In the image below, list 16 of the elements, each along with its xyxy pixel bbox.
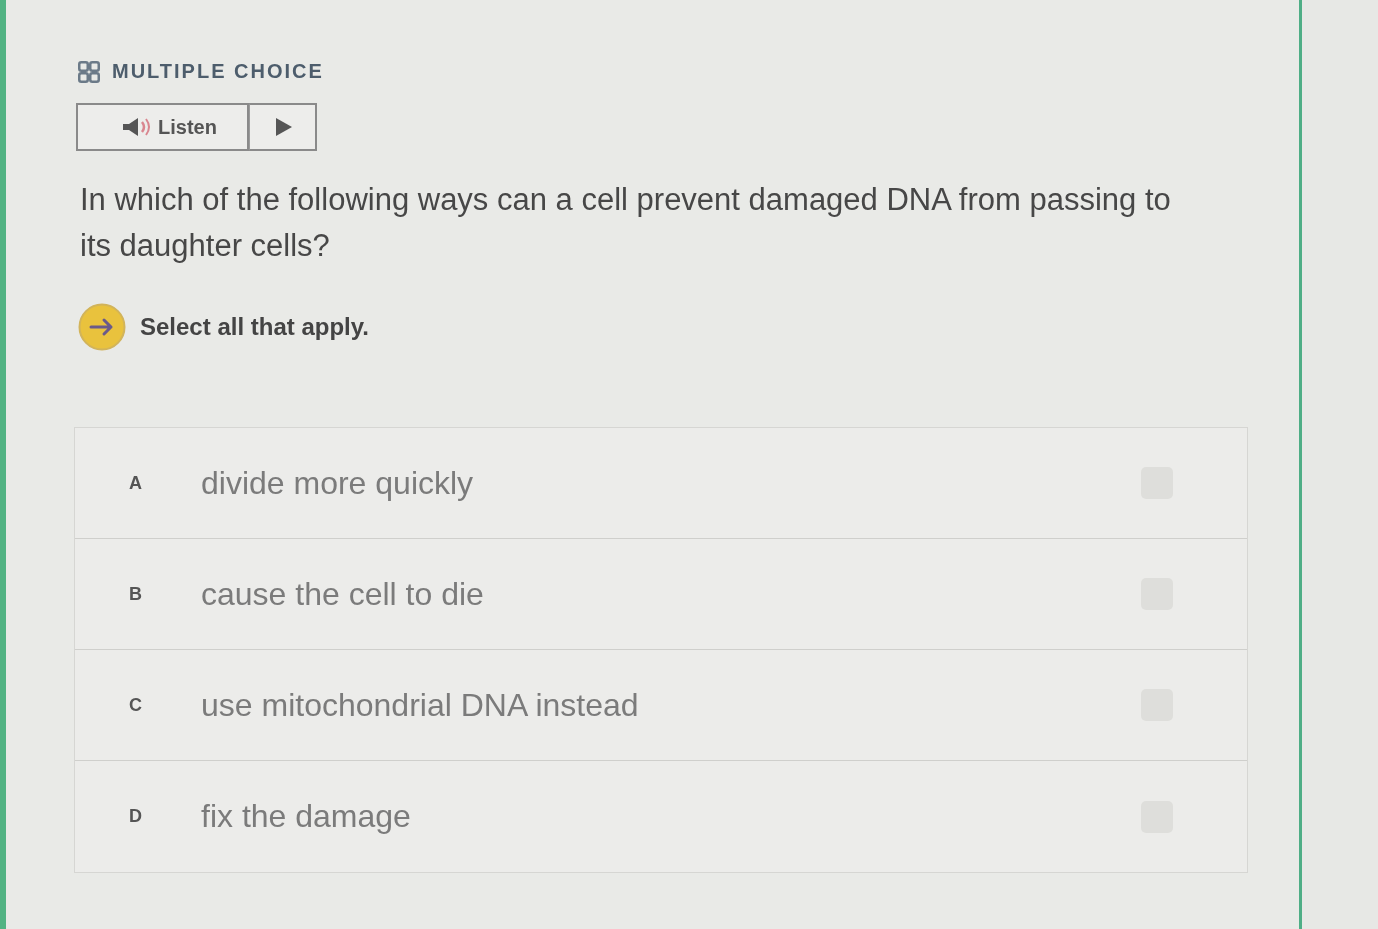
option-text: divide more quickly: [201, 464, 475, 502]
option-letter: C: [129, 694, 143, 716]
option-letter: B: [129, 583, 143, 605]
grid-icon: [78, 60, 100, 83]
option-text: fix the damage: [201, 798, 412, 835]
option-text: cause the cell to die: [201, 575, 485, 613]
question-type-label: MULTIPLE CHOICE: [112, 60, 324, 83]
question-text: In which of the following ways can a cell prevent damaged DNA from passing to its daughter cells?: [80, 181, 1172, 265]
option-letter: D: [129, 806, 143, 827]
option-text: use mitochondrial DNA instead: [201, 686, 640, 724]
listen-button[interactable]: Listen: [76, 103, 249, 151]
play-icon: [273, 118, 292, 136]
option-letter: A: [129, 472, 143, 494]
instruction-text: Select all that apply.: [140, 313, 369, 341]
play-button[interactable]: [249, 103, 317, 151]
speaker-icon: [122, 117, 153, 137]
